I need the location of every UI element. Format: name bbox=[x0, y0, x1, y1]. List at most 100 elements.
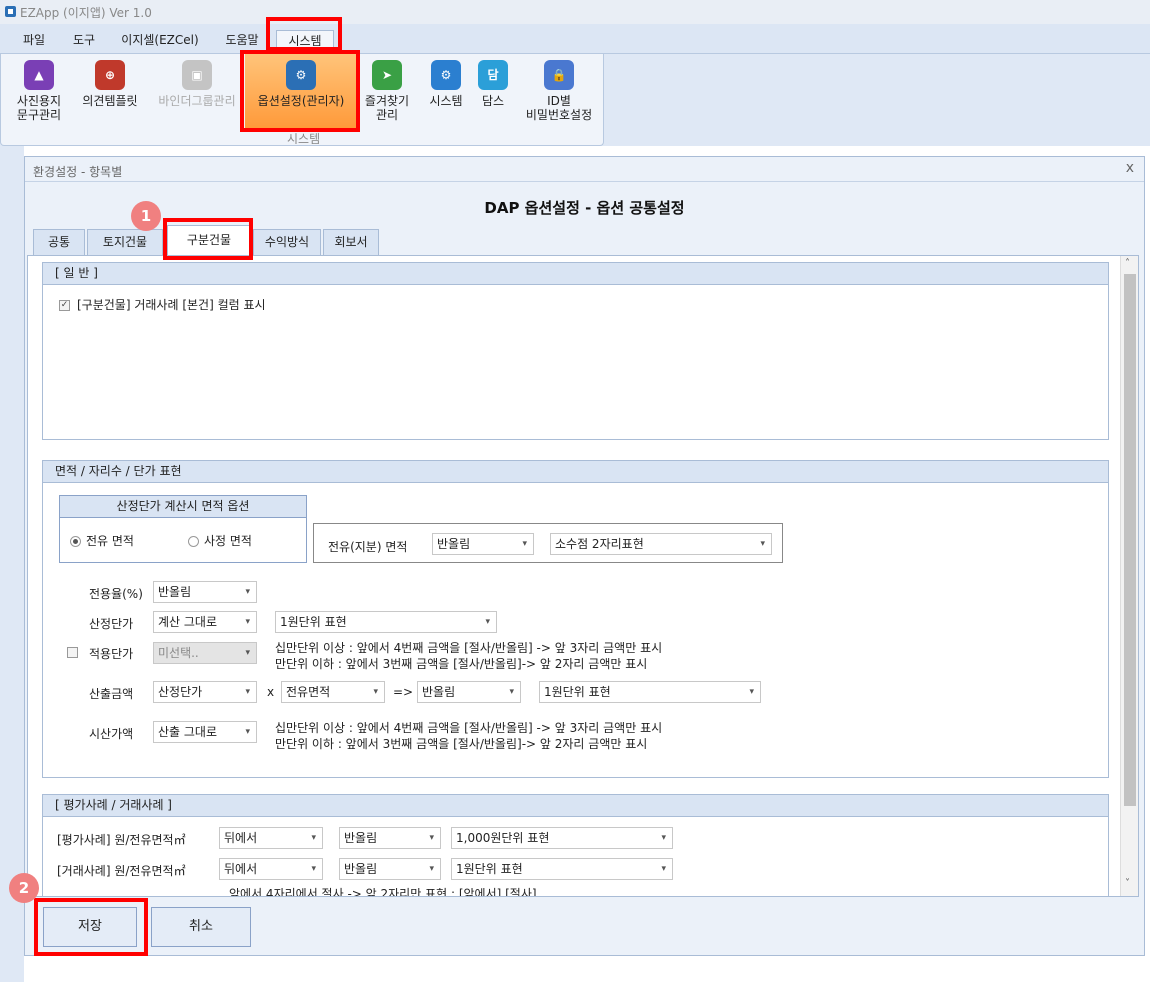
ribbon-label: 담스 bbox=[481, 94, 505, 108]
tab-content-pane: [ 일 반 ] ✓ [구분건물] 거래사례 [본건] 컬럼 표시 면적 / 자리… bbox=[27, 255, 1139, 897]
unit-price-format-select[interactable]: 1원단위 표현 bbox=[275, 611, 497, 633]
ribbon-label: 즐겨찾기 bbox=[364, 94, 410, 108]
dams-button[interactable]: 담 담스 bbox=[475, 60, 511, 108]
title-divider bbox=[25, 181, 1144, 182]
bookmark-manage-button[interactable]: ➤ 즐겨찾기 관리 bbox=[359, 60, 415, 122]
photo-paper-button[interactable]: ▲ 사진용지 문구관리 bbox=[7, 60, 71, 122]
assessed-area-radio[interactable] bbox=[188, 536, 199, 547]
tab-income-approach[interactable]: 수익방식 bbox=[253, 229, 321, 255]
photo-paper-icon: ▲ bbox=[24, 60, 54, 90]
ribbon-label: 문구관리 bbox=[16, 108, 62, 122]
app-logo-icon bbox=[5, 6, 16, 17]
appraisal-case-label: [평가사례] 원/전유면적㎡ bbox=[57, 833, 186, 847]
general-section-header: [ 일 반 ] bbox=[43, 263, 1108, 285]
market-value-note-2: 만단위 이하 : 앞에서 3번째 금액을 [절사/반올림]-> 앞 2자리 금액… bbox=[275, 737, 648, 751]
applied-price-select[interactable]: 미선택.. bbox=[153, 642, 257, 664]
dams-icon: 담 bbox=[478, 60, 508, 90]
menu-tab-ezcel[interactable]: 이지셀(EZCel) bbox=[114, 30, 206, 52]
title-bar: EZApp (이지앱) Ver 1.0 bbox=[0, 0, 1150, 24]
gear-icon: ⚙ bbox=[431, 60, 461, 90]
ribbon-group-label: 시스템 bbox=[287, 132, 321, 146]
scroll-up-icon[interactable]: ˄ bbox=[1125, 258, 1130, 269]
ribbon-label: 의견템플릿 bbox=[82, 94, 138, 108]
unit-price-calc-select[interactable]: 계산 그대로 bbox=[153, 611, 257, 633]
cancel-button[interactable]: 취소 bbox=[151, 907, 251, 947]
scroll-down-icon[interactable]: ˅ bbox=[1125, 878, 1130, 889]
market-value-note-1: 십만단위 이상 : 앞에서 4번째 금액을 [절사/반올림] -> 앞 3자리 … bbox=[275, 721, 663, 735]
rate-label: 전용율(%) bbox=[89, 587, 143, 601]
ribbon-label: 바인더그룹관리 bbox=[158, 94, 236, 108]
tab-common[interactable]: 공통 bbox=[33, 229, 85, 255]
calc-amount-base-select[interactable]: 산정단가 bbox=[153, 681, 257, 703]
calc-amount-area-select[interactable]: 전유면적 bbox=[281, 681, 385, 703]
exclusive-area-format-select[interactable]: 소수점 2자리표현 bbox=[550, 533, 772, 555]
arrow-sign: => bbox=[393, 685, 414, 699]
ribbon-label: 비밀번호설정 bbox=[525, 108, 593, 122]
exclusive-area-radio[interactable] bbox=[70, 536, 81, 547]
close-icon[interactable]: x bbox=[1126, 160, 1134, 176]
appraisal-case-position-select[interactable]: 뒤에서 bbox=[219, 827, 323, 849]
ribbon-label: 사진용지 bbox=[16, 94, 62, 108]
app-title: EZApp (이지앱) Ver 1.0 bbox=[20, 6, 152, 20]
area-section-header: 면적 / 자리수 / 단가 표현 bbox=[43, 461, 1108, 483]
step-badge-1: 1 bbox=[131, 201, 161, 231]
ribbon-label: ID별 bbox=[547, 94, 571, 108]
menu-tab-help[interactable]: 도움말 bbox=[214, 30, 270, 52]
show-subject-column-label: [구분건물] 거래사례 [본건] 컬럼 표시 bbox=[77, 298, 266, 312]
settings-dialog: 환경설정 - 항목별 x DAP 옵션설정 - 옵션 공통설정 공통 토지건물 … bbox=[24, 156, 1145, 956]
calc-amount-round-select[interactable]: 반올림 bbox=[417, 681, 521, 703]
option-settings-icon: ⚙ bbox=[286, 60, 316, 90]
calc-amount-label: 산출금액 bbox=[89, 687, 134, 701]
id-password-button[interactable]: 🔒 ID별 비밀번호설정 bbox=[517, 60, 601, 122]
ribbon-system-group: ▲ 사진용지 문구관리 ⊕ 의견템플릿 ▣ 바인더그룹관리 ⚙ 옵션설정(관리자… bbox=[0, 54, 604, 146]
exclusive-area-round-select[interactable]: 반올림 bbox=[432, 533, 534, 555]
tab-condo-building[interactable]: 구분건물 bbox=[167, 225, 251, 256]
save-button[interactable]: 저장 bbox=[43, 907, 137, 947]
ribbon-label: 시스템 bbox=[429, 94, 463, 108]
step-badge-2: 2 bbox=[9, 873, 39, 903]
market-value-calc-select[interactable]: 산출 그대로 bbox=[153, 721, 257, 743]
system-button[interactable]: ⚙ 시스템 bbox=[421, 60, 471, 108]
exclusive-area-radio-label: 전유 면적 bbox=[86, 534, 134, 548]
times-sign: x bbox=[267, 685, 275, 699]
binder-group-button[interactable]: ▣ 바인더그룹관리 bbox=[151, 60, 243, 108]
area-option-group: 산정단가 계산시 면적 옵션 전유 면적 사정 면적 bbox=[59, 495, 307, 563]
appraisal-case-format-select[interactable]: 1,000원단위 표현 bbox=[451, 827, 673, 849]
cases-section: [ 평가사례 / 거래사례 ] [평가사례] 원/전유면적㎡ 뒤에서 반올림 1… bbox=[42, 794, 1109, 896]
opinion-template-icon: ⊕ bbox=[95, 60, 125, 90]
cases-cut-text: 앞에서 4자리에서 절사 -> 앞 2자리만 표현 : [앞에서] [절사] bbox=[229, 887, 537, 896]
menu-tab-tools[interactable]: 도구 bbox=[62, 30, 106, 52]
tab-land-building[interactable]: 토지건물 bbox=[87, 229, 163, 255]
transaction-case-round-select[interactable]: 반올림 bbox=[339, 858, 441, 880]
ribbon-label: 관리 bbox=[375, 108, 399, 122]
applied-price-note-1: 십만단위 이상 : 앞에서 4번째 금액을 [절사/반올림] -> 앞 3자리 … bbox=[275, 641, 663, 655]
dialog-heading: DAP 옵션설정 - 옵션 공통설정 bbox=[484, 199, 685, 217]
dialog-title: 환경설정 - 항목별 bbox=[33, 165, 123, 179]
transaction-case-position-select[interactable]: 뒤에서 bbox=[219, 858, 323, 880]
applied-price-checkbox[interactable] bbox=[67, 647, 78, 658]
calc-amount-format-select[interactable]: 1원단위 표현 bbox=[539, 681, 761, 703]
scrollbar-thumb[interactable] bbox=[1124, 274, 1136, 806]
transaction-case-format-select[interactable]: 1원단위 표현 bbox=[451, 858, 673, 880]
applied-price-note-2: 만단위 이하 : 앞에서 3번째 금액을 [절사/반올림]-> 앞 2자리 금액… bbox=[275, 657, 648, 671]
rate-round-select[interactable]: 반올림 bbox=[153, 581, 257, 603]
vertical-scrollbar[interactable]: ˄ ˅ bbox=[1120, 256, 1138, 896]
option-settings-button[interactable]: ⚙ 옵션설정(관리자) bbox=[247, 60, 355, 108]
id-password-icon: 🔒 bbox=[544, 60, 574, 90]
menu-tab-file[interactable]: 파일 bbox=[12, 30, 56, 52]
market-value-label: 시산가액 bbox=[89, 727, 134, 741]
area-section: 면적 / 자리수 / 단가 표현 산정단가 계산시 면적 옵션 전유 면적 사정… bbox=[42, 460, 1109, 778]
opinion-template-button[interactable]: ⊕ 의견템플릿 bbox=[75, 60, 145, 108]
applied-price-label: 적용단가 bbox=[89, 647, 134, 661]
show-subject-column-checkbox[interactable]: ✓ bbox=[59, 300, 70, 311]
appraisal-case-round-select[interactable]: 반올림 bbox=[339, 827, 441, 849]
menu-bar: 파일 도구 이지셀(EZCel) 도움말 시스템 bbox=[0, 24, 1150, 54]
general-section: [ 일 반 ] ✓ [구분건물] 거래사례 [본건] 컬럼 표시 bbox=[42, 262, 1109, 440]
tab-report[interactable]: 회보서 bbox=[323, 229, 379, 255]
menu-tab-system[interactable]: 시스템 bbox=[276, 30, 334, 52]
exclusive-area-label: 전유(지분) 면적 bbox=[328, 540, 408, 554]
bookmark-icon: ➤ bbox=[372, 60, 402, 90]
ribbon-label: 옵션설정(관리자) bbox=[257, 94, 345, 108]
exclusive-area-box: 전유(지분) 면적 반올림 소수점 2자리표현 bbox=[313, 523, 783, 563]
assessed-area-radio-label: 사정 면적 bbox=[204, 534, 252, 548]
